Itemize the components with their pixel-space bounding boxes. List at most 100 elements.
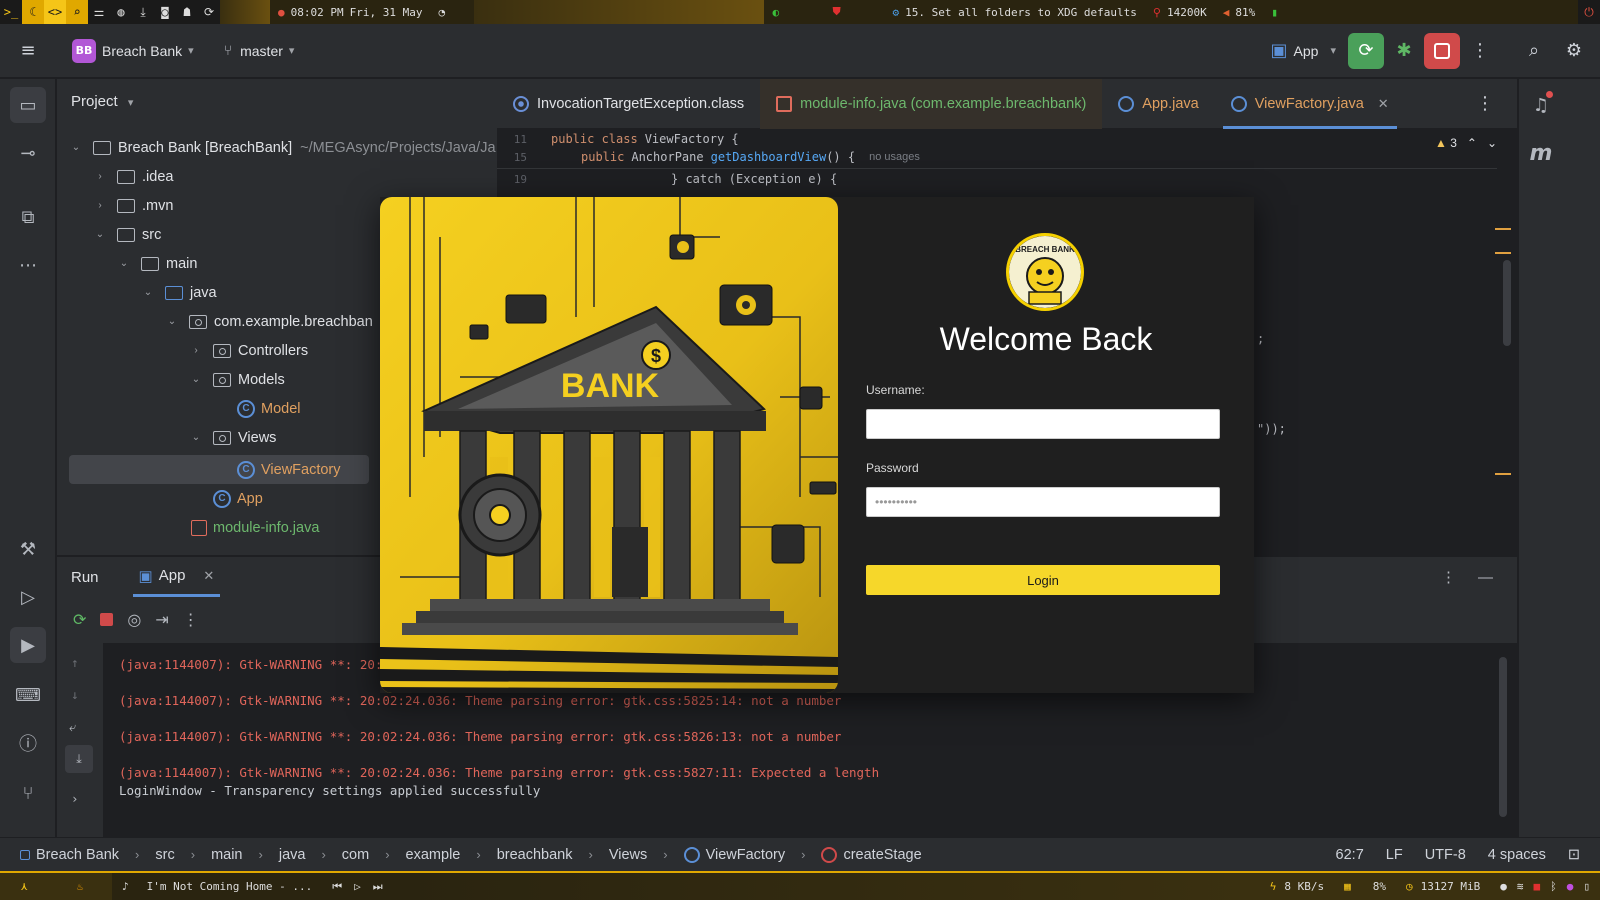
project-selector[interactable]: BB Breach Bank ▾ bbox=[72, 38, 194, 63]
minimize-icon[interactable]: — bbox=[1478, 569, 1493, 586]
debug-icon[interactable]: ✱ bbox=[1384, 31, 1424, 71]
breadcrumb-item[interactable]: Views bbox=[609, 847, 647, 863]
wifi-icon[interactable]: ≋ bbox=[1517, 880, 1524, 893]
tree-root[interactable]: ⌄ Breach Bank [BreachBank] ~/MEGAsync/Pr… bbox=[69, 133, 496, 162]
tree-item-main[interactable]: ⌄ main bbox=[117, 249, 198, 278]
structure-icon[interactable]: ⧉ bbox=[10, 199, 46, 235]
expand-chevron-icon[interactable]: › bbox=[71, 791, 79, 806]
previous-track-icon[interactable]: ⏮ bbox=[332, 880, 342, 894]
screenshot-camera-icon[interactable]: ◎ bbox=[127, 610, 141, 629]
volume-widget[interactable]: ◀ 81% bbox=[1214, 0, 1264, 24]
username-input[interactable] bbox=[866, 409, 1220, 439]
bluetooth-icon[interactable]: ᛒ bbox=[1550, 880, 1557, 893]
maven-icon[interactable]: m bbox=[1523, 135, 1559, 171]
breadcrumb-item[interactable]: com bbox=[342, 847, 369, 863]
download-icon[interactable]: ⤓ bbox=[132, 0, 154, 24]
tree-item-java[interactable]: ⌄ java bbox=[141, 278, 217, 307]
tree-item-package[interactable]: ⌄ com.example.breachban bbox=[165, 307, 373, 336]
palette-icon[interactable]: ◔ bbox=[430, 0, 475, 24]
console-scrollbar[interactable] bbox=[1499, 657, 1507, 817]
shield-icon[interactable]: ⛊ bbox=[824, 0, 885, 24]
tree-item-src[interactable]: ⌄ src bbox=[93, 220, 162, 249]
terminal-tool-icon[interactable]: ⌨ bbox=[10, 677, 46, 713]
play-icon[interactable]: ▷ bbox=[354, 880, 361, 893]
next-track-icon[interactable]: ⏭ bbox=[373, 880, 383, 894]
close-tab-icon[interactable]: ✕ bbox=[1378, 96, 1389, 112]
unlock-icon[interactable]: ⊡ bbox=[1568, 847, 1580, 863]
editor-scrollbar[interactable] bbox=[1503, 260, 1511, 346]
notifications-bell-icon[interactable]: ♫ bbox=[1523, 87, 1559, 123]
github-icon[interactable]: ● bbox=[1500, 880, 1507, 893]
sliders-icon[interactable]: ⚌ bbox=[88, 0, 110, 24]
run-tab-app[interactable]: ▣ App ✕ bbox=[132, 557, 221, 597]
main-menu-icon[interactable]: ≡ bbox=[8, 31, 48, 71]
line-ending[interactable]: LF bbox=[1386, 847, 1403, 863]
login-button[interactable]: Login bbox=[866, 565, 1220, 595]
usage-hint[interactable]: no usages bbox=[869, 151, 920, 163]
refresh-icon[interactable]: ⟳ bbox=[198, 0, 220, 24]
tree-item-model[interactable]: C Model bbox=[237, 394, 301, 423]
run-tool-icon[interactable]: ▶ bbox=[10, 627, 46, 663]
warning-marker[interactable] bbox=[1495, 252, 1511, 254]
task-widget[interactable]: ⚙ 15. Set all folders to XDG defaults bbox=[884, 0, 1145, 24]
breadcrumb-item[interactable]: example bbox=[406, 847, 461, 863]
memory-widget[interactable]: ⚲ 14200K bbox=[1144, 0, 1215, 24]
inspection-widget[interactable]: ▲ 3 ⌃ ⌄ bbox=[1435, 136, 1497, 150]
tree-item-viewfactory[interactable]: C ViewFactory bbox=[237, 455, 341, 484]
terminal-icon[interactable]: >_ bbox=[0, 0, 22, 24]
power-icon[interactable]: ⏻ bbox=[1578, 0, 1600, 24]
settings-gear-icon[interactable]: ⚙ bbox=[1554, 31, 1594, 71]
search-icon[interactable]: ⌕ bbox=[66, 0, 88, 24]
network-widget[interactable]: ϟ 8 KB/s bbox=[1259, 873, 1335, 900]
launcher-icon[interactable]: ⋏ bbox=[0, 873, 48, 900]
chevron-down-icon[interactable]: ⌄ bbox=[1487, 136, 1497, 150]
warning-marker[interactable] bbox=[1495, 228, 1511, 230]
stop-icon[interactable] bbox=[100, 612, 114, 626]
breadcrumb-item[interactable]: ViewFactory bbox=[706, 847, 786, 863]
rerun-icon[interactable]: ⟳ bbox=[73, 610, 86, 629]
chevron-up-icon[interactable]: ⌃ bbox=[1467, 136, 1477, 150]
tree-item-models[interactable]: ⌄ Models bbox=[189, 365, 285, 394]
password-input[interactable]: •••••••••• bbox=[866, 487, 1220, 517]
branch-selector[interactable]: ⑂ master ▾ bbox=[224, 43, 295, 59]
tree-item-controllers[interactable]: › Controllers bbox=[189, 336, 308, 365]
tree-item-views[interactable]: ⌄ Views bbox=[189, 423, 277, 452]
arrow-down-icon[interactable]: ↓ bbox=[71, 687, 79, 702]
breadcrumb-item[interactable]: Breach Bank bbox=[36, 847, 119, 863]
caret-position[interactable]: 62:7 bbox=[1336, 847, 1364, 863]
indent-setting[interactable]: 4 spaces bbox=[1488, 847, 1546, 863]
more-tools-icon[interactable]: ⋯ bbox=[10, 247, 46, 283]
ram-widget[interactable]: ◷ 13127 MiB bbox=[1396, 873, 1491, 900]
file-encoding[interactable]: UTF-8 bbox=[1425, 847, 1466, 863]
build-hammer-icon[interactable]: ⚒ bbox=[10, 531, 46, 567]
clipboard-icon[interactable]: ▯ bbox=[1583, 880, 1590, 893]
mail-icon[interactable]: ■ bbox=[1534, 880, 1541, 893]
exit-icon[interactable]: ⇥ bbox=[155, 610, 168, 629]
globe-icon[interactable]: ◍ bbox=[110, 0, 132, 24]
tree-item-app[interactable]: C App bbox=[213, 484, 263, 513]
breadcrumb-item[interactable]: breachbank bbox=[497, 847, 573, 863]
media-player[interactable]: ♪ I'm Not Coming Home - ... bbox=[112, 873, 323, 900]
more-actions-icon[interactable]: ⋮ bbox=[1460, 31, 1500, 71]
battery-icon[interactable]: ▮ bbox=[1263, 0, 1286, 24]
rerun-button[interactable]: ⟳ bbox=[1348, 32, 1384, 69]
tab-options-icon[interactable]: ⋮ bbox=[1465, 84, 1505, 124]
services-icon[interactable]: ▷ bbox=[10, 579, 46, 615]
tab-app-java[interactable]: App.java bbox=[1102, 79, 1214, 129]
arrow-up-icon[interactable]: ↑ bbox=[71, 655, 79, 670]
tab-viewfactory-java[interactable]: ViewFactory.java ✕ bbox=[1215, 79, 1405, 129]
ghost-icon[interactable]: ☗ bbox=[176, 0, 198, 24]
moon-icon[interactable]: ☾ bbox=[22, 0, 44, 24]
breadcrumb-item[interactable]: src bbox=[155, 847, 174, 863]
tab-module-info[interactable]: module-info.java (com.example.breachbank… bbox=[760, 78, 1103, 129]
more-actions-icon[interactable]: ⋮ bbox=[183, 610, 199, 629]
project-folder-icon[interactable]: ▭ bbox=[10, 87, 46, 123]
run-options-icon[interactable]: ⋮ bbox=[1441, 568, 1456, 586]
stop-button[interactable] bbox=[1424, 32, 1460, 69]
code-icon[interactable]: <> bbox=[44, 0, 66, 24]
breadcrumb-item[interactable]: main bbox=[211, 847, 242, 863]
close-tab-icon[interactable]: ✕ bbox=[203, 568, 214, 584]
discord-icon[interactable]: ● bbox=[1567, 880, 1574, 893]
breadcrumb-item[interactable]: createStage bbox=[843, 847, 921, 863]
soft-wrap-icon[interactable]: ⤶ bbox=[69, 719, 76, 735]
